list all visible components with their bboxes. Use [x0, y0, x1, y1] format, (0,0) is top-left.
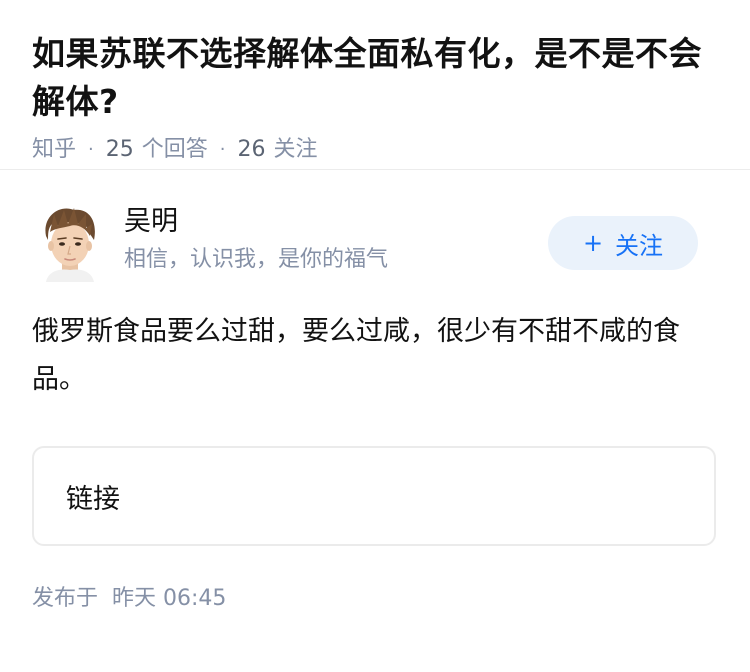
- answer-count-label: 个回答: [141, 137, 208, 162]
- author-bio: 相信，认识我，是你的福气: [124, 247, 389, 272]
- publish-prefix: 发布于: [32, 586, 99, 611]
- follow-count: 26: [237, 137, 266, 162]
- avatar[interactable]: [36, 206, 102, 282]
- publish-time: 发布于 昨天 06:45: [32, 584, 718, 614]
- answer-content: 俄罗斯食品要么过甜，要么过咸，很少有不甜不咸的食品。: [32, 316, 680, 395]
- question-meta: 知乎 · 25 个回答 · 26 关注: [32, 135, 718, 165]
- link-card-label: 链接: [66, 483, 120, 515]
- answer-count: 25: [105, 137, 134, 162]
- author-row: 吴明 相信，认识我，是你的福气 + 关注: [32, 202, 718, 302]
- separator-dot: ·: [219, 139, 226, 160]
- plus-icon: +: [582, 229, 604, 257]
- follow-count-label: 关注: [273, 137, 318, 162]
- author-name[interactable]: 吴明: [124, 202, 178, 242]
- link-card[interactable]: 链接: [32, 446, 716, 546]
- source-label[interactable]: 知乎: [32, 135, 76, 165]
- follow-button-label: 关注: [615, 231, 664, 260]
- question-header: 如果苏联不选择解体全面私有化，是不是不会解体? 知乎 · 25 个回答 · 26…: [0, 0, 750, 170]
- answer-item: 吴明 相信，认识我，是你的福气 + 关注 俄罗斯食品要么过甜，要么过咸，很少有不…: [0, 202, 750, 614]
- publish-time-value: 昨天 06:45: [112, 586, 227, 611]
- separator-dot: ·: [88, 139, 94, 160]
- question-title[interactable]: 如果苏联不选择解体全面私有化，是不是不会解体?: [32, 30, 718, 126]
- follow-button[interactable]: + 关注: [548, 216, 698, 270]
